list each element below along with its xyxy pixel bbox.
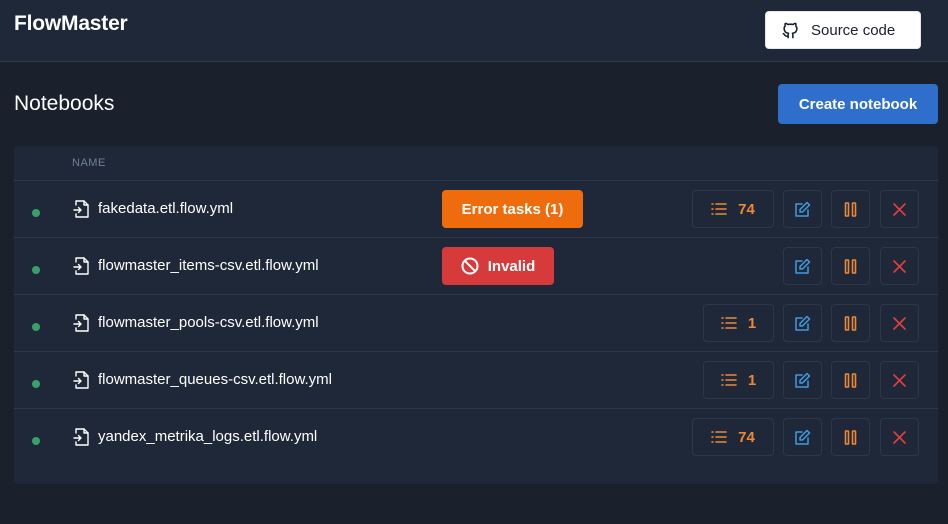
page-title: Notebooks: [14, 92, 115, 115]
pause-button[interactable]: [831, 304, 870, 342]
column-name-header: NAME: [72, 157, 106, 169]
list-icon: [711, 430, 738, 444]
edit-icon: [794, 429, 811, 446]
table-row: yandex_metrika_logs.etl.flow.yml 74: [14, 409, 938, 466]
close-icon: [891, 201, 908, 218]
table-header: NAME: [14, 146, 938, 181]
pause-button[interactable]: [831, 361, 870, 399]
edit-button[interactable]: [783, 304, 822, 342]
error-tasks-button[interactable]: Error tasks (1): [442, 190, 583, 228]
status-dot: [32, 209, 40, 217]
pause-button[interactable]: [831, 247, 870, 285]
delete-button[interactable]: [880, 190, 919, 228]
notebook-name-link[interactable]: flowmaster_items-csv.etl.flow.yml: [98, 257, 319, 274]
app-title: FlowMaster: [14, 12, 128, 35]
pause-icon: [842, 372, 859, 389]
notebook-name-link[interactable]: fakedata.etl.flow.yml: [98, 200, 233, 217]
status-dot: [32, 380, 40, 388]
edit-button[interactable]: [783, 361, 822, 399]
ban-icon: [461, 257, 488, 275]
edit-icon: [794, 258, 811, 275]
delete-button[interactable]: [880, 304, 919, 342]
status-dot: [32, 266, 40, 274]
edit-button[interactable]: [783, 418, 822, 456]
list-icon: [721, 316, 748, 330]
edit-button[interactable]: [783, 247, 822, 285]
file-import-icon: [73, 427, 90, 446]
close-icon: [891, 429, 908, 446]
tasks-count-button[interactable]: 1: [703, 304, 774, 342]
tasks-count: 1: [747, 314, 757, 332]
table-row: fakedata.etl.flow.yml Error tasks (1) 74: [14, 181, 938, 238]
list-icon: [711, 202, 738, 216]
table-row: flowmaster_pools-csv.etl.flow.yml 1: [14, 295, 938, 352]
list-icon: [721, 373, 748, 387]
close-icon: [891, 315, 908, 332]
table-row: flowmaster_items-csv.etl.flow.yml Invalid: [14, 238, 938, 295]
pause-icon: [842, 429, 859, 446]
notebook-name-link[interactable]: yandex_metrika_logs.etl.flow.yml: [98, 428, 317, 445]
table-row: flowmaster_queues-csv.etl.flow.yml 1: [14, 352, 938, 409]
source-code-button[interactable]: Source code: [765, 11, 921, 49]
file-import-icon: [73, 370, 90, 389]
invalid-button[interactable]: Invalid: [442, 247, 554, 285]
file-import-icon: [73, 313, 90, 332]
notebook-name-link[interactable]: flowmaster_queues-csv.etl.flow.yml: [98, 371, 332, 388]
tasks-count-button[interactable]: 74: [692, 190, 774, 228]
delete-button[interactable]: [880, 247, 919, 285]
tasks-count: 1: [747, 371, 757, 389]
edit-icon: [794, 315, 811, 332]
pause-icon: [842, 258, 859, 275]
edit-icon: [794, 201, 811, 218]
edit-button[interactable]: [783, 190, 822, 228]
invalid-label: Invalid: [487, 257, 536, 275]
error-tasks-label: Error tasks (1): [461, 200, 564, 218]
edit-icon: [794, 372, 811, 389]
pause-icon: [842, 315, 859, 332]
status-dot: [32, 323, 40, 331]
close-icon: [891, 258, 908, 275]
pause-button[interactable]: [831, 418, 870, 456]
notebooks-table: NAME fakedata.etl.flow.yml Error tasks (1…: [14, 146, 938, 484]
delete-button[interactable]: [880, 418, 919, 456]
file-import-icon: [73, 199, 90, 218]
tasks-count-button[interactable]: 1: [703, 361, 774, 399]
file-import-icon: [73, 256, 90, 275]
pause-button[interactable]: [831, 190, 870, 228]
github-icon: [782, 22, 798, 38]
app-header: FlowMaster Source code: [0, 0, 948, 62]
tasks-count: 74: [738, 200, 755, 218]
tasks-count-button[interactable]: 74: [692, 418, 774, 456]
status-dot: [32, 437, 40, 445]
pause-icon: [842, 201, 859, 218]
delete-button[interactable]: [880, 361, 919, 399]
source-code-label: Source code: [811, 21, 896, 39]
tasks-count: 74: [738, 428, 755, 446]
close-icon: [891, 372, 908, 389]
create-notebook-button[interactable]: Create notebook: [778, 84, 938, 124]
notebook-name-link[interactable]: flowmaster_pools-csv.etl.flow.yml: [98, 314, 319, 331]
